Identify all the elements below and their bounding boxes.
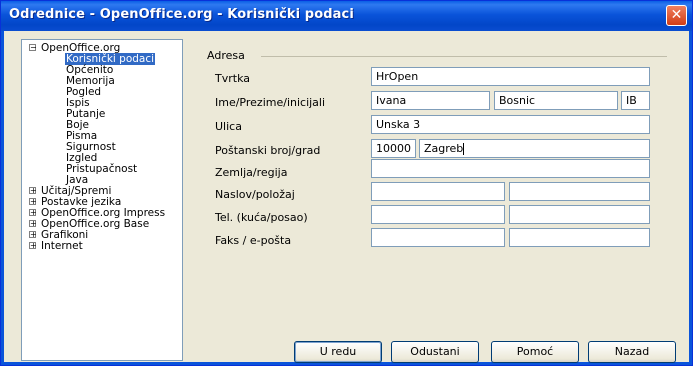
tree-item-openoffice[interactable]: OpenOffice.org	[41, 43, 120, 54]
initials-field[interactable]: IB	[621, 91, 650, 110]
last-name-field[interactable]: Bosnic	[494, 91, 618, 110]
text-cursor	[463, 143, 465, 155]
phone-work-field[interactable]	[509, 205, 650, 224]
title-field[interactable]	[371, 182, 505, 201]
cancel-button[interactable]: Odustani	[391, 341, 479, 363]
tree-item-putanje[interactable]: Putanje	[66, 109, 105, 120]
tree-item-base[interactable]: OpenOffice.org Base	[41, 219, 149, 230]
help-button[interactable]: Pomoć	[491, 341, 579, 363]
tree-item-internet[interactable]: Internet	[41, 241, 83, 252]
window-border-right	[689, 31, 692, 365]
position-field[interactable]	[509, 182, 650, 201]
label-country: Zemlja/regija	[215, 166, 288, 179]
tree-item-sigurnost[interactable]: Sigurnost	[66, 142, 116, 153]
city-value: Zagreb	[424, 142, 464, 155]
group-label-adresa: Adresa	[207, 49, 245, 62]
phone-home-field[interactable]	[371, 205, 505, 224]
fax-field[interactable]	[371, 228, 505, 247]
tree-item-boje[interactable]: Boje	[66, 120, 89, 131]
close-icon: ✕	[670, 7, 683, 23]
label-company: Tvrtka	[215, 72, 250, 85]
label-phone: Tel. (kuća/posao)	[215, 211, 308, 224]
tree-item-memorija[interactable]: Memorija	[66, 76, 115, 87]
street-field[interactable]: Unska 3	[371, 115, 650, 134]
label-postal: Poštanski broj/grad	[215, 144, 321, 157]
tree-item-izgled[interactable]: Izgled	[66, 153, 97, 164]
tree-item-opcenito[interactable]: Općenito	[66, 65, 113, 76]
title-bar[interactable]: Odrednice - OpenOffice.org - Korisnički …	[1, 1, 692, 31]
expand-icon[interactable]: +	[29, 209, 37, 217]
city-field[interactable]: Zagreb	[419, 139, 650, 158]
tree-item-ispis[interactable]: Ispis	[66, 98, 90, 109]
tree-item-korisnicki-podaci[interactable]: Korisnički podaci	[65, 53, 156, 65]
group-divider	[261, 56, 667, 57]
window-title: Odrednice - OpenOffice.org - Korisnički …	[9, 7, 354, 22]
collapse-icon[interactable]: −	[29, 44, 37, 52]
tree-item-java[interactable]: Java	[66, 175, 88, 186]
back-button[interactable]: Nazad	[588, 341, 676, 363]
label-fax: Faks / e-pošta	[215, 234, 292, 247]
tree-item-ucitaj-spremi[interactable]: Učitaj/Spremi	[41, 186, 111, 197]
tree-item-pogled[interactable]: Pogled	[66, 87, 101, 98]
tree-item-grafikoni[interactable]: Grafikoni	[41, 230, 88, 241]
options-tree[interactable]: − OpenOffice.org Korisnički podaci Općen…	[21, 39, 183, 361]
expand-icon[interactable]: +	[29, 242, 37, 250]
tree-item-pisma[interactable]: Pisma	[66, 131, 97, 142]
label-street: Ulica	[215, 120, 242, 133]
first-name-field[interactable]: Ivana	[371, 91, 490, 110]
tree-item-pristupacnost[interactable]: Pristupačnost	[66, 164, 137, 175]
tree-item-postavke-jezika[interactable]: Postavke jezika	[41, 197, 121, 208]
user-data-panel: Adresa Tvrtka HrOpen Ime/Prezime/inicija…	[195, 42, 672, 332]
country-field[interactable]	[371, 159, 650, 178]
zip-field[interactable]: 10000	[371, 139, 416, 158]
expand-icon[interactable]: +	[29, 187, 37, 195]
options-dialog: Odrednice - OpenOffice.org - Korisnički …	[0, 0, 693, 366]
window-border-left	[1, 31, 4, 365]
label-title: Naslov/položaj	[215, 188, 295, 201]
company-field[interactable]: HrOpen	[371, 67, 650, 86]
email-field[interactable]	[509, 228, 650, 247]
expand-icon[interactable]: +	[29, 231, 37, 239]
ok-button[interactable]: U redu	[294, 341, 382, 363]
close-button[interactable]: ✕	[666, 5, 687, 26]
label-name: Ime/Prezime/inicijali	[215, 96, 326, 109]
expand-icon[interactable]: +	[29, 198, 37, 206]
tree-item-impress[interactable]: OpenOffice.org Impress	[41, 208, 165, 219]
expand-icon[interactable]: +	[29, 220, 37, 228]
